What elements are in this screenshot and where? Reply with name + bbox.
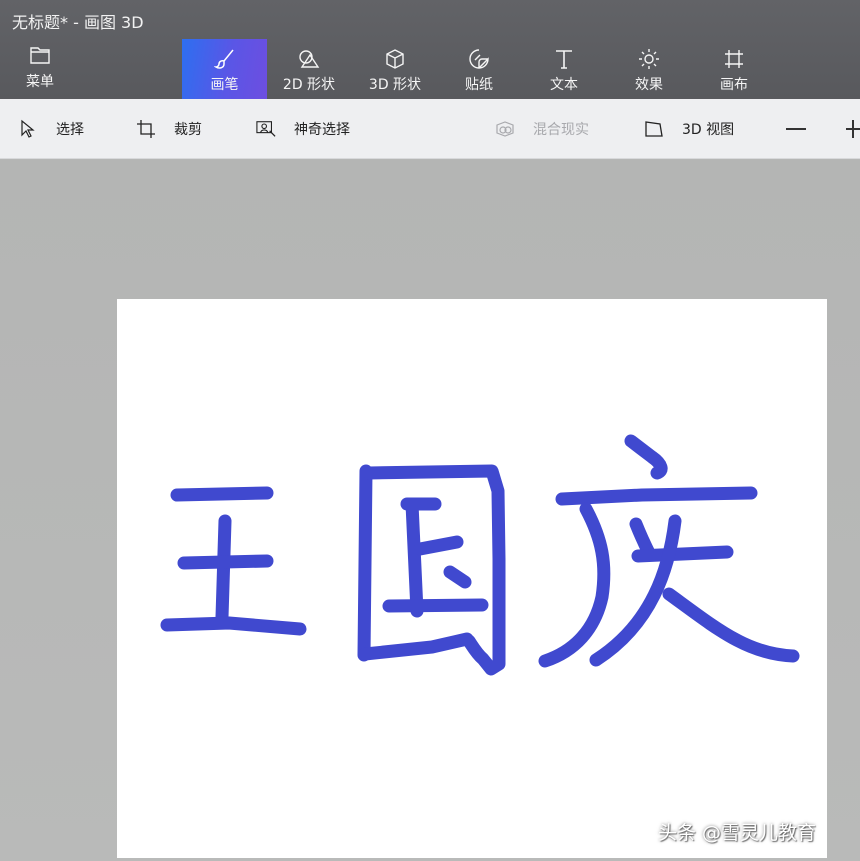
- menu-label: 菜单: [26, 74, 54, 90]
- tab-label: 画笔: [210, 77, 239, 93]
- zoom-in-icon-vertical: [852, 120, 854, 138]
- sun-icon: [639, 49, 659, 69]
- brush-strokes: [160, 434, 800, 676]
- mixed-reality-label: 混合现实: [533, 122, 589, 138]
- drawing-canvas[interactable]: [117, 299, 827, 858]
- magic-select-button[interactable]: 神奇选择: [256, 99, 350, 159]
- secondary-toolbar: 选择 裁剪 神奇选择 混合现实 3D 视图: [0, 99, 860, 159]
- brush-icon: [213, 49, 234, 69]
- watermark: 头条 @雪灵儿教育: [658, 822, 817, 844]
- view-3d-button[interactable]: 3D 视图: [644, 99, 734, 159]
- shapes-2d-icon: [299, 50, 320, 68]
- tab-label: 画布: [720, 77, 748, 93]
- tab-label: 2D 形状: [282, 77, 336, 93]
- magic-select-label: 神奇选择: [294, 122, 350, 138]
- tab-canvas[interactable]: 画布: [705, 39, 763, 99]
- crop-label: 裁剪: [174, 122, 202, 138]
- crop-button[interactable]: 裁剪: [136, 99, 202, 159]
- tab-brushes[interactable]: 画笔: [182, 39, 267, 99]
- crop-icon: [137, 120, 155, 138]
- folder-icon: [30, 47, 50, 64]
- view-3d-icon: [645, 121, 663, 137]
- tab-label: 3D 形状: [368, 77, 422, 93]
- zoom-out-icon[interactable]: [786, 128, 806, 130]
- tab-label: 贴纸: [465, 77, 493, 93]
- tab-label: 文本: [550, 77, 578, 93]
- sticker-icon: [469, 49, 489, 69]
- canvas-icon: [725, 50, 743, 68]
- magic-select-icon: [256, 121, 276, 137]
- select-label: 选择: [56, 122, 84, 138]
- mixed-reality-button[interactable]: 混合现实: [495, 99, 589, 159]
- tab-stickers[interactable]: 贴纸: [450, 39, 508, 99]
- tab-3d-shapes[interactable]: 3D 形状: [362, 39, 428, 99]
- tab-effects[interactable]: 效果: [620, 39, 678, 99]
- view-3d-label: 3D 视图: [682, 122, 735, 138]
- window-title: 无标题* - 画图 3D: [12, 13, 144, 32]
- select-button[interactable]: 选择: [18, 99, 84, 159]
- menu-button[interactable]: 菜单: [16, 44, 64, 92]
- mixed-reality-icon: [496, 121, 514, 137]
- text-icon: [556, 50, 572, 69]
- tab-2d-shapes[interactable]: 2D 形状: [276, 39, 342, 99]
- cube-icon: [386, 49, 404, 69]
- cursor-icon: [21, 119, 35, 138]
- tab-label: 效果: [635, 77, 663, 93]
- tab-text[interactable]: 文本: [535, 39, 593, 99]
